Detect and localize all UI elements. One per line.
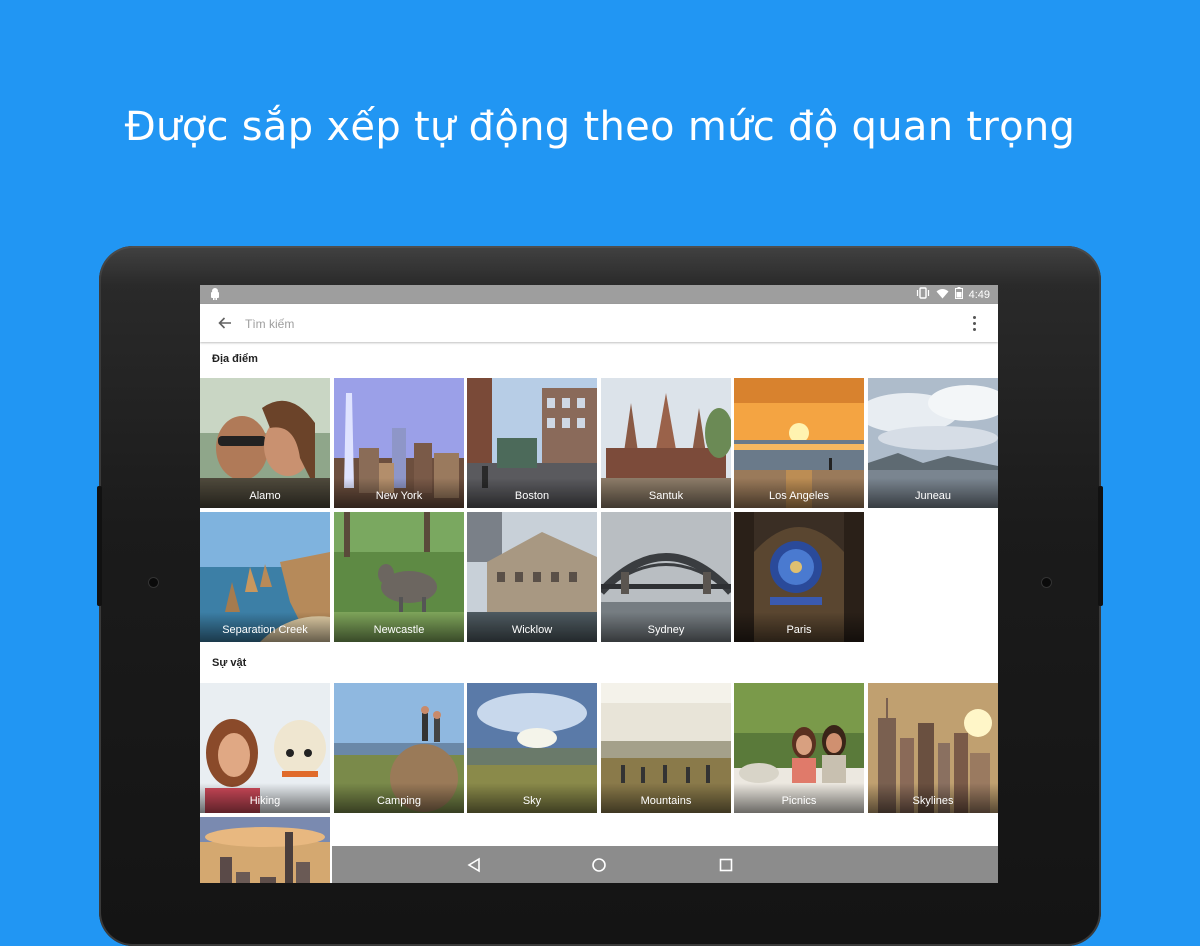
section-title-things: Sự vật	[212, 657, 246, 669]
thing-tile-camping[interactable]: Camping	[334, 683, 464, 813]
arrow-left-icon[interactable]	[215, 313, 235, 333]
status-time: 4:49	[969, 289, 990, 301]
side-button-left	[97, 486, 102, 606]
status-bar: 4:49	[200, 285, 998, 304]
search-bar	[200, 304, 998, 342]
place-label: Los Angeles	[734, 478, 864, 508]
section-title-places: Địa điểm	[212, 353, 258, 365]
thing-tile-mountains[interactable]: Mountains	[601, 683, 731, 813]
more-vert-icon[interactable]	[966, 313, 982, 333]
wifi-icon	[936, 288, 949, 302]
place-tile-los-angeles[interactable]: Los Angeles	[734, 378, 864, 508]
tablet-frame: 4:49 Địa điểm Alamo New York Bo	[99, 246, 1101, 946]
thing-tile-sky[interactable]: Sky	[467, 683, 597, 813]
thing-label: Picnics	[734, 783, 864, 813]
place-tile-paris[interactable]: Paris	[734, 512, 864, 642]
battery-icon	[955, 287, 963, 302]
thing-tile-skylines[interactable]: Skylines	[868, 683, 998, 813]
place-tile-alamo[interactable]: Alamo	[200, 378, 330, 508]
vibrate-icon	[916, 287, 930, 302]
thing-label: Sky	[467, 783, 597, 813]
place-label: Paris	[734, 612, 864, 642]
place-label: Sydney	[601, 612, 731, 642]
place-tile-santuk[interactable]: Santuk	[601, 378, 731, 508]
thing-tile-partial[interactable]	[200, 817, 330, 883]
camera-dot-right	[1042, 578, 1051, 587]
thing-label: Camping	[334, 783, 464, 813]
place-tile-sydney[interactable]: Sydney	[601, 512, 731, 642]
place-tile-separation-creek[interactable]: Separation Creek	[200, 512, 330, 642]
android-notification-icon	[209, 288, 221, 304]
place-label: Newcastle	[334, 612, 464, 642]
navigation-bar	[332, 846, 998, 883]
place-label: Separation Creek	[200, 612, 330, 642]
thing-label: Hiking	[200, 783, 330, 813]
place-label: Boston	[467, 478, 597, 508]
camera-dot-left	[149, 578, 158, 587]
device-screen: 4:49 Địa điểm Alamo New York Bo	[200, 285, 998, 883]
place-label: Wicklow	[467, 612, 597, 642]
place-tile-boston[interactable]: Boston	[467, 378, 597, 508]
thing-tile-hiking[interactable]: Hiking	[200, 683, 330, 813]
place-tile-new-york[interactable]: New York	[334, 378, 464, 508]
triangle-back-icon[interactable]	[464, 855, 484, 875]
search-input[interactable]	[243, 312, 927, 336]
place-tile-juneau[interactable]: Juneau	[868, 378, 998, 508]
thing-label: Mountains	[601, 783, 731, 813]
thing-tile-picnics[interactable]: Picnics	[734, 683, 864, 813]
place-label: Alamo	[200, 478, 330, 508]
place-label: Juneau	[868, 478, 998, 508]
side-button-right	[1098, 486, 1103, 606]
circle-home-icon[interactable]	[589, 855, 609, 875]
place-tile-wicklow[interactable]: Wicklow	[467, 512, 597, 642]
place-label: New York	[334, 478, 464, 508]
thing-label: Skylines	[868, 783, 998, 813]
place-label: Santuk	[601, 478, 731, 508]
headline: Được sắp xếp tự động theo mức độ quan tr…	[0, 104, 1200, 150]
place-tile-newcastle[interactable]: Newcastle	[334, 512, 464, 642]
square-recents-icon[interactable]	[716, 855, 736, 875]
